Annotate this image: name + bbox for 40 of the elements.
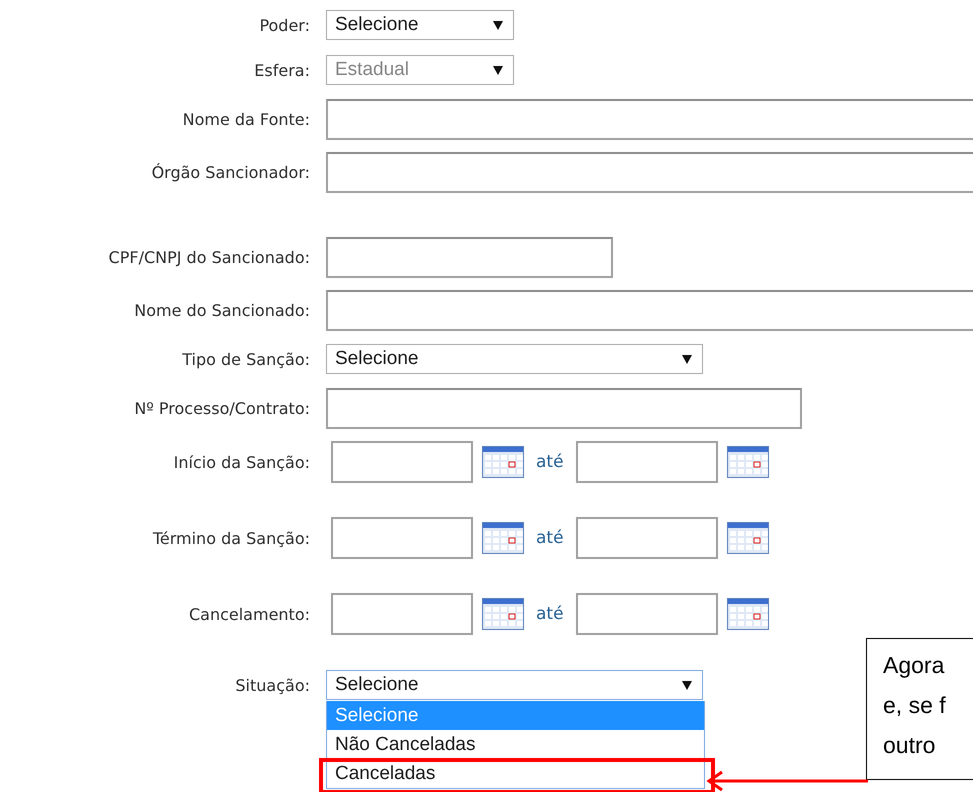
callout-note: Agora e, se f outro xyxy=(866,638,973,780)
text-field[interactable] xyxy=(326,290,973,330)
text-field[interactable] xyxy=(326,98,973,140)
date-field[interactable] xyxy=(576,593,718,635)
range-separator: até xyxy=(536,528,564,548)
caret-icon xyxy=(682,680,692,690)
field-label: Nº Processo/Contrato: xyxy=(134,398,310,418)
field-label: Esfera: xyxy=(254,60,310,80)
field-label: Nome do Sancionado: xyxy=(134,300,310,320)
calendar-icon[interactable] xyxy=(482,446,524,478)
date-field[interactable] xyxy=(576,441,718,483)
calendar-icon[interactable] xyxy=(726,598,769,630)
calendar-icon[interactable] xyxy=(482,598,524,630)
field-label: Poder: xyxy=(259,16,310,34)
date-field[interactable] xyxy=(331,441,473,483)
field-label: Início da Sanção: xyxy=(174,452,310,472)
caret-icon xyxy=(493,66,503,74)
calendar-icon[interactable] xyxy=(726,446,769,478)
range-separator: até xyxy=(536,452,564,472)
field-label: Cancelamento: xyxy=(188,604,310,624)
field-label: Nome da Fonte: xyxy=(182,110,310,128)
text-field[interactable] xyxy=(326,236,613,278)
caret-icon xyxy=(682,354,692,364)
field-label: Término da Sanção: xyxy=(152,528,310,548)
field-label: Situação: xyxy=(235,676,310,694)
caret-icon xyxy=(493,20,503,30)
date-field[interactable] xyxy=(576,517,718,559)
text-field[interactable] xyxy=(326,152,973,192)
text-field[interactable] xyxy=(326,388,802,428)
dropdown-select[interactable]: Selecione xyxy=(326,344,703,374)
dropdown-select[interactable]: Selecione xyxy=(326,670,703,700)
date-field[interactable] xyxy=(331,517,473,559)
dropdown-select[interactable]: Selecione xyxy=(326,10,514,40)
range-separator: até xyxy=(536,604,564,624)
calendar-icon[interactable] xyxy=(726,522,769,554)
field-label: Órgão Sancionador: xyxy=(152,162,310,182)
calendar-icon[interactable] xyxy=(482,522,524,554)
field-label: Tipo de Sanção: xyxy=(182,350,310,368)
date-field[interactable] xyxy=(331,593,473,635)
field-label: CPF/CNPJ do Sancionado: xyxy=(108,248,310,266)
